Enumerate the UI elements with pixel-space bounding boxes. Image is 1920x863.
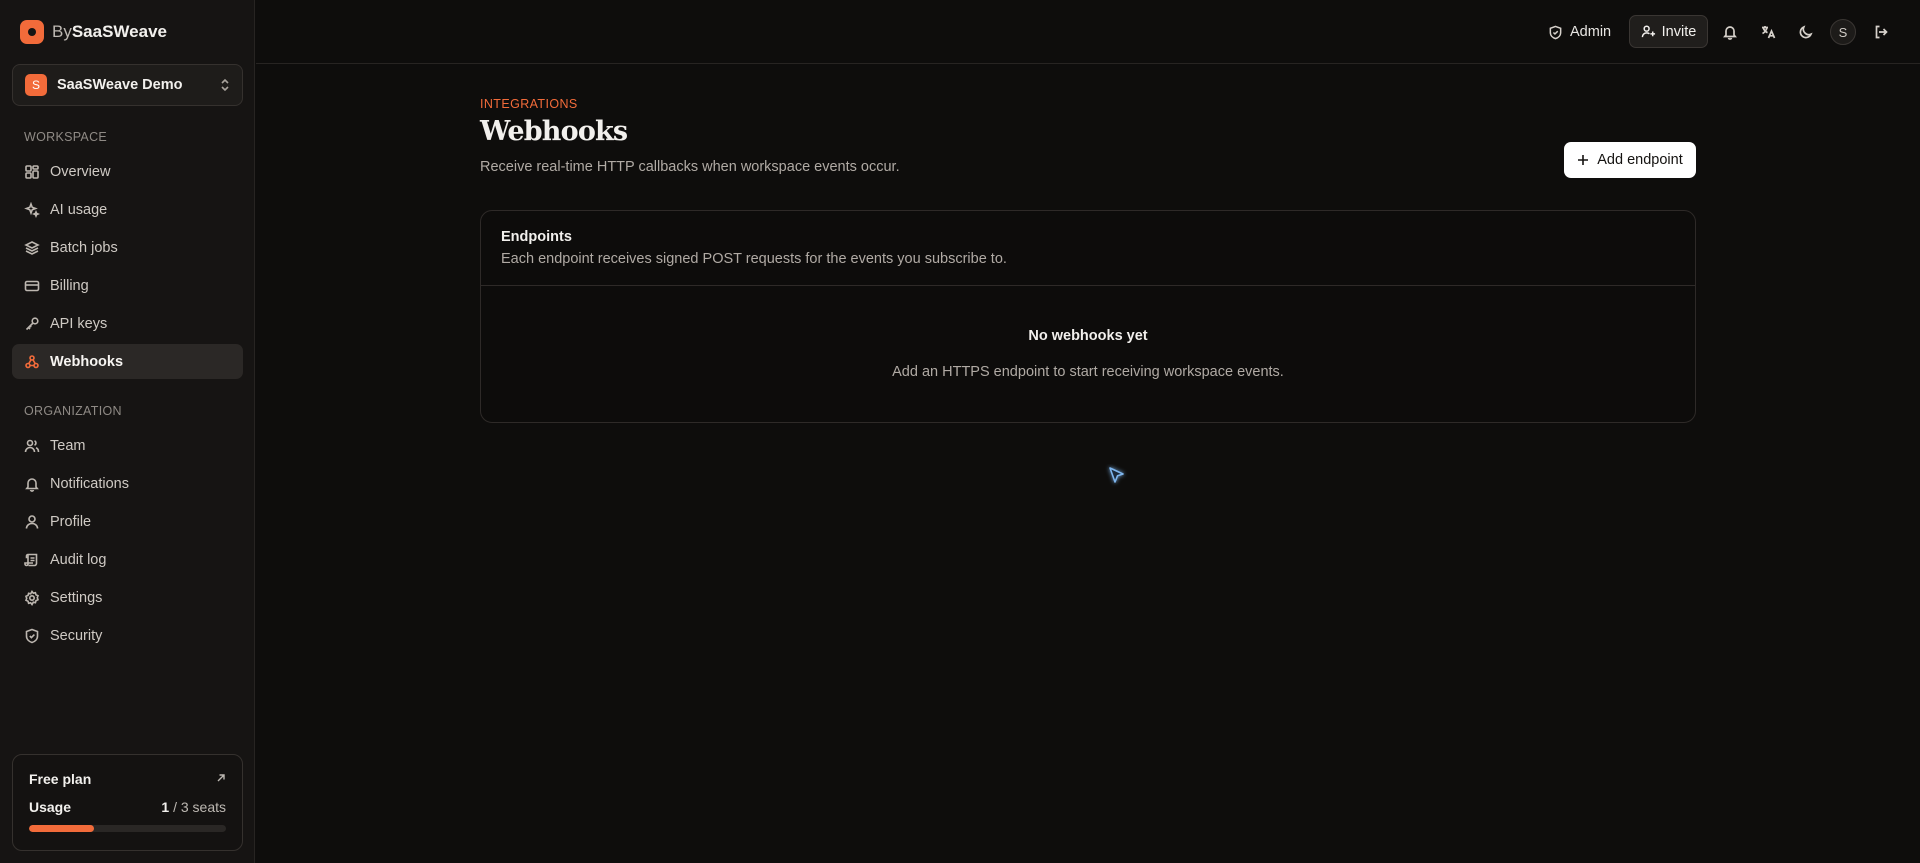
seats-count: 1 / 3 seats	[161, 799, 226, 815]
brand-name: SaaSWeave	[71, 22, 167, 41]
layers-icon	[24, 240, 40, 255]
user-avatar[interactable]: S	[1830, 19, 1856, 45]
sidebar-item-webhooks[interactable]: Webhooks	[12, 344, 243, 379]
key-icon	[25, 316, 39, 330]
page-subtitle: Receive real-time HTTP callbacks when wo…	[480, 159, 900, 175]
workspace-name: SaaSWeave Demo	[57, 77, 183, 93]
sparkles-icon	[24, 201, 40, 218]
sidebar-item-security[interactable]: Security	[12, 618, 243, 653]
endpoints-description: Each endpoint receives signed POST reque…	[501, 251, 1007, 267]
bell-icon	[25, 477, 39, 492]
sidebar-item-label: Team	[50, 437, 86, 454]
sidebar-item-api-keys[interactable]: API keys	[12, 306, 243, 341]
page-eyebrow: INTEGRATIONS	[480, 97, 578, 111]
grid-icon	[25, 164, 39, 179]
sidebar-item-label: Settings	[50, 589, 103, 606]
logout-icon[interactable]	[1871, 22, 1891, 42]
usage-label: Usage	[29, 799, 72, 815]
user-plus-icon	[1641, 25, 1655, 38]
plus-icon	[1577, 151, 1589, 169]
usage-progress-bar	[29, 825, 226, 832]
translate-icon[interactable]	[1758, 22, 1778, 42]
shield-icon	[25, 628, 39, 643]
seats-total: / 3 seats	[173, 799, 226, 815]
sidebar-item-team[interactable]: Team	[12, 428, 243, 463]
sidebar-item-label: Audit log	[50, 551, 107, 568]
sidebar-item-label: Billing	[50, 277, 89, 294]
gear-icon	[25, 589, 39, 606]
sidebar-item-label: API keys	[50, 315, 108, 332]
add-endpoint-button[interactable]: Add endpoint	[1564, 142, 1696, 178]
sidebar-item-label: Overview	[50, 163, 111, 180]
sidebar-item-label: Profile	[50, 513, 92, 530]
sidebar-item-ai-usage[interactable]: AI usage	[12, 192, 243, 227]
sidebar-item-batch-jobs[interactable]: Batch jobs	[12, 230, 243, 265]
webhook-icon	[25, 354, 39, 368]
sidebar-item-label: Security	[50, 627, 103, 644]
workspace-avatar: S	[25, 74, 47, 96]
arrow-up-right-icon[interactable]	[216, 772, 226, 786]
sidebar-item-label: Batch jobs	[50, 239, 118, 256]
workspace-section-label: WORKSPACE	[24, 130, 108, 144]
empty-state-description: Add an HTTPS endpoint to start receiving…	[892, 364, 1284, 380]
sidebar-item-label: Webhooks	[50, 353, 124, 370]
scroll-icon	[24, 553, 38, 566]
shield-check-icon	[1549, 25, 1562, 39]
sidebar-item-audit-log[interactable]: Audit log	[12, 542, 243, 577]
brand-prefix: By	[52, 22, 72, 41]
brand-logo-icon	[20, 20, 44, 44]
invite-label: Invite	[1661, 23, 1697, 40]
moon-icon[interactable]	[1796, 22, 1816, 42]
sidebar-item-billing[interactable]: Billing	[12, 268, 243, 303]
bell-icon[interactable]	[1720, 22, 1740, 42]
sidebar-item-overview[interactable]: Overview	[12, 154, 243, 189]
sidebar-item-settings[interactable]: Settings	[12, 580, 243, 615]
sidebar-item-profile[interactable]: Profile	[12, 504, 243, 539]
plan-title: Free plan	[29, 771, 92, 787]
sidebar-item-label: Notifications	[50, 475, 129, 492]
page-title: Webhooks	[480, 116, 628, 147]
sidebar-item-notifications[interactable]: Notifications	[12, 466, 243, 501]
mouse-cursor-icon	[1104, 464, 1128, 488]
add-endpoint-label: Add endpoint	[1597, 152, 1683, 168]
sidebar-item-label: AI usage	[50, 201, 108, 218]
endpoints-card-header: Endpoints Each endpoint receives signed …	[481, 211, 1695, 286]
admin-label: Admin	[1570, 24, 1612, 40]
admin-button[interactable]: Admin	[1548, 16, 1611, 48]
plan-card[interactable]: Free plan Usage 1 / 3 seats	[12, 754, 243, 851]
seats-used: 1	[161, 799, 170, 815]
empty-state-title: No webhooks yet	[1028, 328, 1148, 344]
organization-section-label: ORGANIZATION	[24, 404, 122, 418]
user-icon	[25, 514, 39, 529]
plan-usage-row: Usage 1 / 3 seats	[29, 799, 226, 815]
endpoints-title: Endpoints	[501, 229, 572, 245]
usage-progress-fill	[29, 825, 94, 832]
credit-card-icon	[24, 280, 40, 291]
endpoints-card: Endpoints Each endpoint receives signed …	[480, 210, 1696, 423]
invite-button[interactable]: Invite	[1629, 15, 1708, 48]
users-icon	[24, 439, 40, 452]
brand-text: BySaaSWeave	[52, 22, 167, 42]
brand[interactable]: BySaaSWeave	[20, 20, 167, 44]
chevron-up-down-icon	[220, 78, 230, 92]
workspace-switcher[interactable]: S SaaSWeave Demo	[12, 64, 243, 106]
sidebar: BySaaSWeave S SaaSWeave Demo WORKSPACE O…	[0, 0, 255, 863]
